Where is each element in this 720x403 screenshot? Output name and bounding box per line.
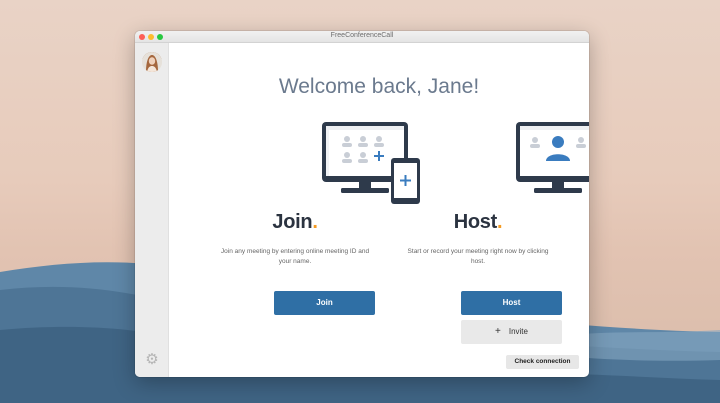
join-title-text: Join — [272, 211, 313, 233]
host-title-text: Host — [453, 211, 498, 233]
invite-button-label: Invite — [508, 327, 528, 336]
avatar-icon — [142, 52, 162, 72]
join-section: Join. Join any meeting by entering onlin… — [215, 118, 420, 267]
host-description: Start or record your meeting right now b… — [407, 248, 549, 265]
app-window: FreeConferenceCall ⚙ Welcome back, Jane! — [135, 31, 589, 377]
monitor-host-icon — [516, 122, 589, 193]
invite-button[interactable]: + Invite — [461, 320, 562, 344]
host-section: Host. Start or record your meeting right… — [398, 118, 589, 267]
plus-icon: + — [495, 326, 501, 337]
join-title: Join. — [215, 211, 375, 234]
host-illustration — [398, 118, 589, 208]
gear-icon[interactable]: ⚙ — [145, 352, 159, 367]
check-connection-button[interactable]: Check connection — [506, 355, 579, 369]
user-avatar[interactable] — [142, 52, 162, 72]
title-bar: FreeConferenceCall — [135, 31, 589, 43]
sidebar: ⚙ — [135, 43, 169, 377]
join-description: Join any meeting by entering online meet… — [220, 248, 370, 265]
host-title-dot: . — [496, 211, 503, 233]
window-title: FreeConferenceCall — [330, 32, 394, 39]
join-title-dot: . — [312, 211, 318, 233]
join-button[interactable]: Join — [274, 291, 375, 315]
main-content: Welcome back, Jane! Join. Join any meeti… — [169, 43, 589, 377]
host-title: Host. — [398, 211, 558, 234]
welcome-heading: Welcome back, Jane! — [278, 75, 480, 98]
join-illustration — [215, 118, 420, 208]
host-button[interactable]: Host — [461, 291, 562, 315]
